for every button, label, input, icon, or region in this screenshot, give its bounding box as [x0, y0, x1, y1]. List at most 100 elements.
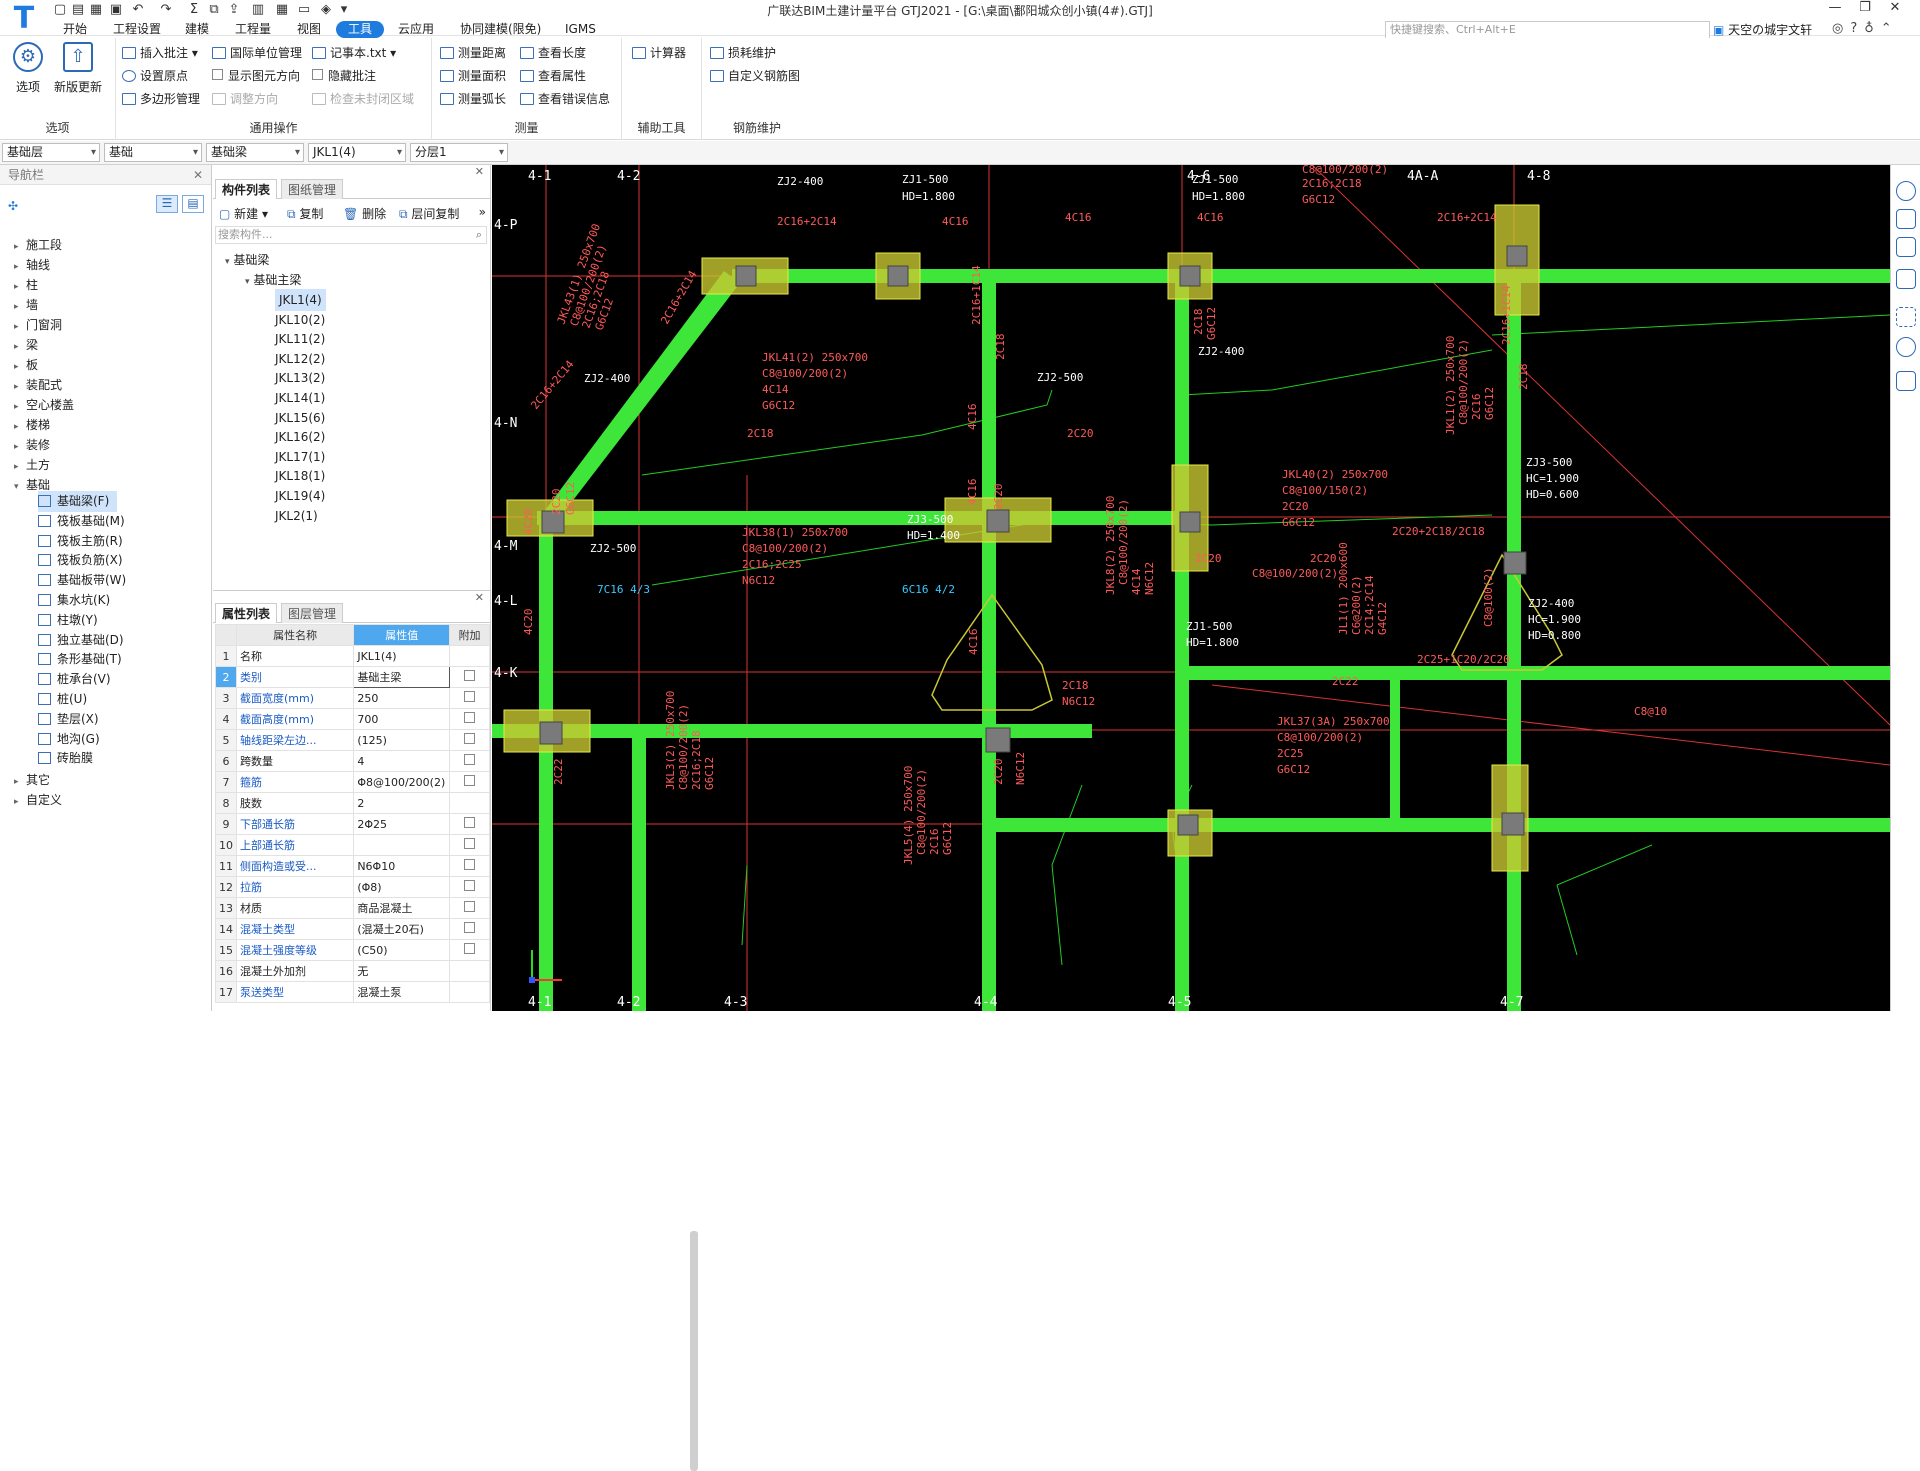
property-value[interactable] — [353, 834, 451, 856]
unit-manage-button[interactable]: 国际单位管理 — [212, 44, 302, 63]
beam-4N[interactable] — [537, 511, 1177, 525]
table-row[interactable]: 13 材质 商品混凝土 — [215, 897, 490, 919]
table-row[interactable]: 7 箍筋 Φ8@100/200(2) — [215, 771, 490, 793]
checkbox[interactable] — [464, 859, 476, 870]
property-value[interactable]: 250 — [353, 687, 451, 709]
nav-sub-item[interactable]: 桩(U) — [38, 689, 95, 710]
checkbox[interactable] — [464, 733, 476, 744]
column[interactable] — [539, 721, 563, 745]
checkbox[interactable] — [464, 901, 476, 912]
table-row[interactable]: 4 截面高度(mm) 700 — [215, 708, 490, 730]
menu-start[interactable]: 开始 — [58, 21, 92, 38]
checkbox[interactable] — [464, 838, 476, 849]
tab-layer-manage[interactable]: 图层管理 — [281, 603, 344, 623]
tree-root[interactable]: ▾ 基础梁 — [225, 249, 269, 271]
nav-item[interactable]: ▸ 楼梯 — [14, 414, 50, 436]
property-value[interactable]: 700 — [353, 708, 451, 730]
checkbox[interactable] — [464, 712, 476, 723]
table-row[interactable]: 2 类别 基础主梁 — [215, 666, 490, 688]
tab-property-list[interactable]: 属性列表 — [215, 603, 278, 623]
shortcut-search-input[interactable]: 快捷键搜索、Ctrl+Alt+E — [1385, 21, 1710, 39]
more-icon[interactable]: » — [479, 205, 486, 219]
nav-sub-item[interactable]: 桩承台(V) — [38, 669, 119, 690]
update-button[interactable]: ⇧ 新版更新 — [50, 42, 106, 95]
nav-item[interactable]: ▸ 门窗洞 — [14, 314, 62, 336]
column[interactable] — [1179, 265, 1201, 287]
set-origin-button[interactable]: 设置原点 — [122, 67, 188, 86]
table-row[interactable]: 3 截面宽度(mm) 250 — [215, 687, 490, 709]
table-row[interactable]: 16 混凝土外加剂 无 — [215, 960, 490, 982]
zoom-extent-icon[interactable] — [1896, 307, 1916, 327]
nav-sub-item[interactable]: 垫层(X) — [38, 709, 107, 730]
column[interactable] — [986, 509, 1010, 533]
nav-item[interactable]: ▸ 装修 — [14, 434, 50, 456]
beam-JL1[interactable] — [1390, 670, 1400, 825]
up-icon[interactable]: ⌃ — [1881, 21, 1899, 36]
nav-sub-item[interactable]: 基础板带(W) — [38, 570, 134, 591]
menu-view[interactable]: 视图 — [292, 21, 326, 38]
property-value[interactable]: 基础主梁 — [353, 666, 451, 688]
measure-area-button[interactable]: 测量面积 — [440, 67, 506, 86]
category-select[interactable]: 基础 — [104, 143, 202, 162]
new-button[interactable]: ▢ 新建 ▾ — [219, 205, 268, 223]
column[interactable] — [1506, 245, 1528, 267]
shirt-icon[interactable]: ♁ — [1864, 21, 1881, 36]
nav-item[interactable]: ▸ 柱 — [14, 274, 38, 296]
checkbox[interactable] — [464, 754, 476, 765]
custom-rebar-button[interactable]: 自定义钢筋图 — [710, 67, 800, 86]
table-row[interactable]: 9 下部通长筋 2Φ25 — [215, 813, 490, 835]
restore-icon[interactable]: ❐ — [1850, 0, 1880, 15]
nav-item[interactable]: ▸ 装配式 — [14, 374, 62, 396]
column[interactable] — [985, 727, 1011, 753]
delete-button[interactable]: 🗑 删除 — [343, 205, 386, 223]
checkbox[interactable] — [464, 775, 476, 786]
measure-distance-button[interactable]: 测量距离 — [440, 44, 506, 63]
nav-item[interactable]: ▸ 自定义 — [14, 789, 62, 811]
nav-sub-item[interactable]: 集水坑(K) — [38, 590, 118, 611]
nav-sub-item[interactable]: 地沟(G) — [38, 729, 108, 750]
view-props-button[interactable]: 查看属性 — [520, 67, 586, 86]
component-select[interactable]: JKL1(4) — [308, 143, 406, 162]
property-value[interactable]: 商品混凝土 — [353, 897, 451, 919]
table-row[interactable]: 12 拉筋 (Φ8) — [215, 876, 490, 898]
nav-item[interactable]: ▸ 施工段 — [14, 234, 62, 256]
menu-igms[interactable]: IGMS — [560, 21, 601, 38]
cad-canvas[interactable]: 4-1 4-2 4-6 4A-A 4-8 4-1 4-2 4-3 4-4 4-5 4-7 4-P 4-N… — [492, 165, 1890, 1011]
checkbox[interactable] — [464, 943, 476, 954]
checkbox[interactable] — [464, 880, 476, 891]
pin-icon[interactable]: ✣ — [8, 199, 18, 213]
nav-item[interactable]: ▸ 墙 — [14, 294, 38, 316]
cube-view-icon[interactable] — [1896, 237, 1916, 257]
view-settings-icon[interactable] — [1896, 337, 1916, 357]
column[interactable] — [1503, 551, 1527, 575]
cube-view-icon[interactable] — [1896, 269, 1916, 289]
view-errors-button[interactable]: 查看错误信息 — [520, 90, 610, 109]
3d-view-icon[interactable] — [1896, 209, 1916, 229]
nav-sub-item[interactable]: 条形基础(T) — [38, 649, 130, 670]
calculator-button[interactable]: 计算器 — [632, 44, 686, 63]
beam-4-4[interactable] — [982, 269, 996, 1011]
menu-modeling[interactable]: 建模 — [180, 21, 214, 38]
tree-group[interactable]: ▾ 基础主梁 — [245, 269, 301, 291]
menu-tools[interactable]: 工具 — [336, 21, 385, 38]
nav-sub-item[interactable]: 柱墩(Y) — [38, 610, 106, 631]
close-icon[interactable]: ✕ — [475, 165, 484, 178]
nav-item[interactable]: ▸ 轴线 — [14, 254, 50, 276]
table-row[interactable]: 8 肢数 2 — [215, 792, 490, 814]
table-row[interactable]: 5 轴线距梁左边... (125) — [215, 729, 490, 751]
nav-sub-item[interactable]: 筏板负筋(X) — [38, 550, 131, 571]
beam-4-2[interactable] — [632, 730, 646, 1011]
beam-4M[interactable] — [1182, 666, 1890, 680]
tab-drawing-manage[interactable]: 图纸管理 — [281, 179, 344, 199]
table-row[interactable]: 14 混凝土类型 (混凝土20石) — [215, 918, 490, 940]
component-search-input[interactable]: 搜索构件... ⌕ — [215, 226, 487, 244]
property-value[interactable]: (Φ8) — [353, 876, 451, 898]
polygon-manage-button[interactable]: 多边形管理 — [122, 90, 200, 109]
table-row[interactable]: 17 泵送类型 混凝土泵 — [215, 981, 490, 1003]
nav-item[interactable]: ▸ 空心楼盖 — [14, 394, 74, 416]
orbit-icon[interactable] — [1896, 181, 1916, 201]
copy-button[interactable]: ⧉ 复制 — [287, 205, 323, 223]
table-row[interactable]: 10 上部通长筋 — [215, 834, 490, 856]
detail-view-icon[interactable]: ▤ — [182, 195, 204, 213]
type-select[interactable]: 基础梁 — [206, 143, 304, 162]
